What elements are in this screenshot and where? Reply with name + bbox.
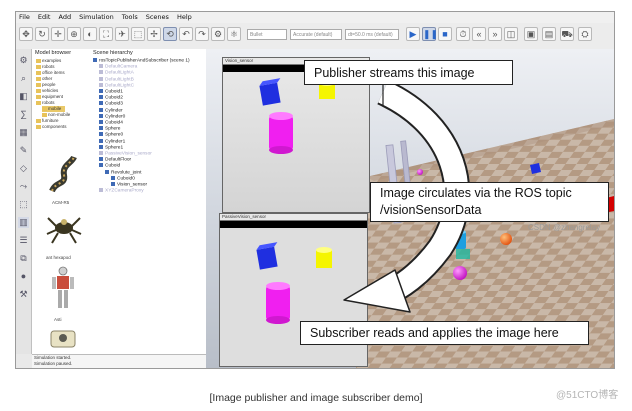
publisher-callout: Publisher streams this image [304, 60, 513, 85]
figure-caption: [Image publisher and image subscriber de… [209, 392, 423, 404]
topic-callout-line-2: /visionSensorData [380, 203, 482, 217]
topic-callout: Image circulates via the ROS topic /visi… [370, 182, 609, 222]
csdn-watermark: CSDN @zhangrelay [528, 223, 601, 232]
subscriber-callout: Subscriber reads and applies the image h… [300, 321, 589, 345]
cto-watermark: @51CTO博客 [556, 390, 619, 401]
topic-callout-line-1: Image circulates via the ROS topic [380, 186, 572, 200]
